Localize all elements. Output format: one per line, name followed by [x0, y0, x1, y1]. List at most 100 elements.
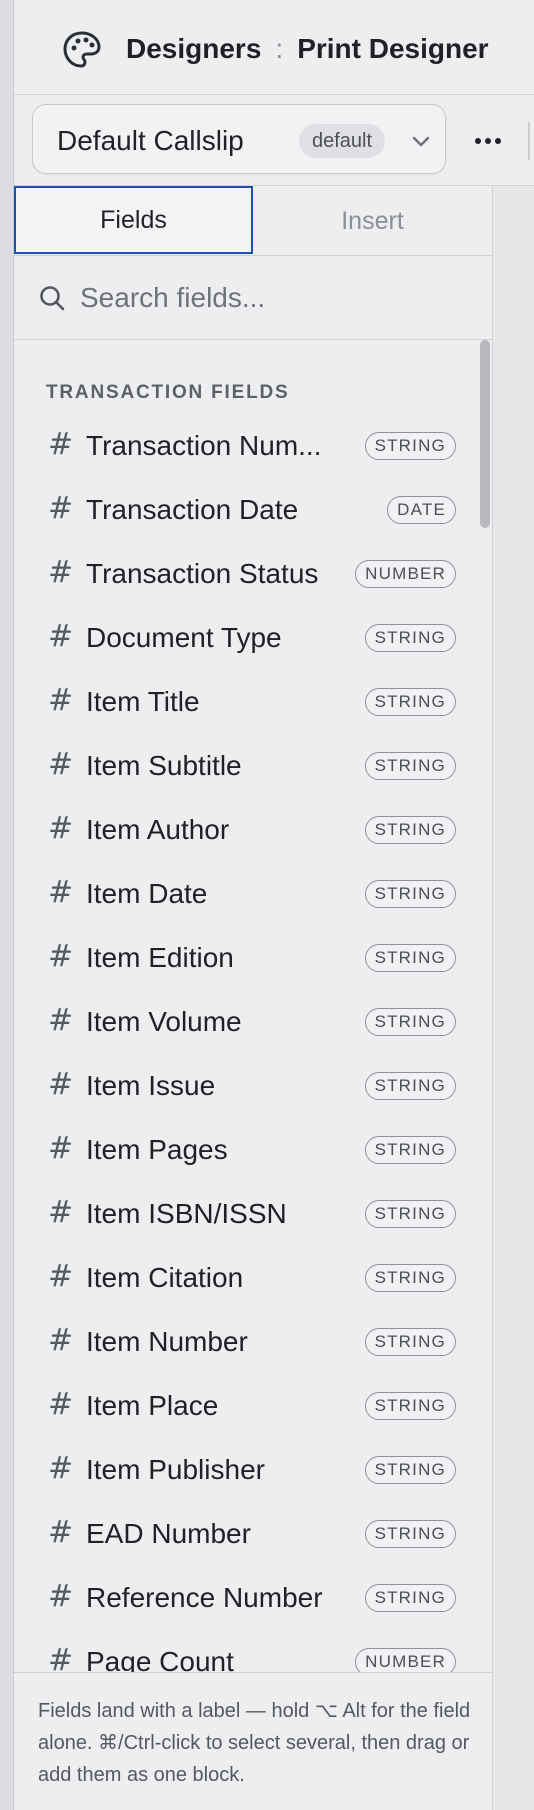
hash-icon: # [48, 427, 74, 462]
field-row[interactable]: # Item Number STRING [14, 1310, 474, 1374]
field-row[interactable]: # Item Edition STRING [14, 926, 474, 990]
footer-hint: Fields land with a label — hold ⌥ Alt fo… [14, 1672, 492, 1810]
hash-icon: # [48, 491, 74, 526]
field-label: Item Date [86, 878, 208, 909]
field-row[interactable]: # Document Type STRING [14, 606, 474, 670]
fields-list: TRANSACTION FIELDS # Transaction Num... ST… [14, 340, 492, 1672]
field-label: Item Volume [86, 1006, 242, 1037]
field-label: Document Type [86, 622, 282, 653]
tab-insert[interactable]: Insert [253, 186, 492, 256]
field-type-badge: STRING [364, 1136, 456, 1164]
field-row[interactable]: # Item Author STRING [14, 798, 474, 862]
hash-icon: # [48, 619, 74, 654]
chevron-down-icon [412, 136, 430, 147]
tab-fields[interactable]: Fields [14, 186, 253, 254]
field-label: Transaction Status [86, 558, 319, 589]
field-row[interactable]: # EAD Number STRING [14, 1502, 474, 1566]
field-row[interactable]: # Reference Number STRING [14, 1566, 474, 1630]
more-horizontal-icon [475, 138, 501, 144]
field-row[interactable]: # Item Publisher STRING [14, 1438, 474, 1502]
hash-icon: # [48, 875, 74, 910]
field-type-badge: STRING [364, 1392, 456, 1420]
field-row[interactable]: # Item ISBN/ISSN STRING [14, 1182, 474, 1246]
hash-icon: # [48, 1579, 74, 1614]
footer-hint-text: Fields land with a label — hold ⌥ Alt fo… [38, 1700, 471, 1786]
field-row[interactable]: # Transaction Date DATE [14, 478, 474, 542]
field-label: Reference Number [86, 1582, 323, 1613]
field-type-badge: STRING [364, 688, 456, 716]
field-row[interactable]: # Item Citation STRING [14, 1246, 474, 1310]
fields-scrollbar[interactable] [478, 340, 492, 1672]
field-row[interactable]: # Item Date STRING [14, 862, 474, 926]
field-type-badge: DATE [387, 496, 456, 524]
print-designer-panel: Designers : Print Designer Default Calls… [0, 0, 534, 1810]
header: Designers : Print Designer [14, 0, 534, 95]
field-row[interactable]: # Item Title STRING [14, 670, 474, 734]
field-type-badge: STRING [364, 944, 456, 972]
field-row[interactable]: # Transaction Status NUMBER [14, 542, 474, 606]
template-default-badge: default [299, 124, 386, 158]
field-type-badge: STRING [364, 752, 456, 780]
field-label: Item Number [86, 1326, 248, 1357]
field-label: Transaction Num... [86, 430, 322, 461]
field-type-badge: NUMBER [355, 1648, 456, 1672]
field-label: Item Publisher [86, 1454, 265, 1485]
field-row[interactable]: # Item Volume STRING [14, 990, 474, 1054]
field-label: Item ISBN/ISSN [86, 1198, 287, 1229]
hash-icon: # [48, 683, 74, 718]
template-select[interactable]: Default Callslip default [32, 104, 446, 174]
field-label: Transaction Date [86, 494, 299, 525]
field-row[interactable]: # Item Subtitle STRING [14, 734, 474, 798]
field-label: Item Title [86, 686, 200, 717]
hash-icon: # [48, 1323, 74, 1358]
field-label: Item Pages [86, 1134, 228, 1165]
hash-icon: # [48, 939, 74, 974]
field-type-badge: STRING [364, 1264, 456, 1292]
field-rows: # Transaction Num... STRING # Transaction Da… [14, 414, 474, 1672]
more-options-button[interactable] [468, 121, 508, 161]
field-row[interactable]: # Item Issue STRING [14, 1054, 474, 1118]
hash-icon: # [48, 1131, 74, 1166]
hash-icon: # [48, 1259, 74, 1294]
breadcrumb-root[interactable]: Designers [126, 33, 261, 65]
search-icon [40, 286, 65, 311]
panel-tabs: Fields Insert [14, 186, 492, 256]
hash-icon: # [48, 747, 74, 782]
field-label: Item Author [86, 814, 230, 845]
field-type-badge: STRING [364, 1456, 456, 1484]
search-fields-input[interactable] [80, 276, 470, 320]
field-type-badge: STRING [364, 880, 456, 908]
hash-icon: # [48, 1067, 74, 1102]
field-type-badge: STRING [364, 1072, 456, 1100]
field-label: Item Place [86, 1390, 219, 1421]
breadcrumb-current: Print Designer [297, 33, 489, 64]
field-type-badge: STRING [364, 624, 456, 652]
field-row[interactable]: # Page Count NUMBER [14, 1630, 474, 1672]
search-bar [14, 256, 492, 340]
field-label: Item Edition [86, 942, 234, 973]
field-row[interactable]: # Item Pages STRING [14, 1118, 474, 1182]
field-type-badge: STRING [364, 432, 456, 460]
field-label: EAD Number [86, 1518, 251, 1549]
right-edge-strip [492, 186, 534, 1810]
field-type-badge: STRING [364, 1008, 456, 1036]
field-label: Item Citation [86, 1262, 244, 1293]
field-row[interactable]: # Transaction Num... STRING [14, 414, 474, 478]
scrollbar-thumb[interactable] [480, 340, 490, 528]
field-type-badge: STRING [364, 1584, 456, 1612]
hash-icon: # [48, 1195, 74, 1230]
field-type-badge: STRING [364, 1200, 456, 1228]
hash-icon: # [48, 1643, 74, 1672]
breadcrumb-separator: : [275, 33, 284, 64]
toolbar-divider [528, 122, 530, 160]
hash-icon: # [48, 1515, 74, 1550]
field-type-badge: STRING [364, 1328, 456, 1356]
hash-icon: # [48, 811, 74, 846]
template-name: Default Callslip [57, 125, 244, 156]
field-row[interactable]: # Item Place STRING [14, 1374, 474, 1438]
field-type-badge: STRING [364, 816, 456, 844]
template-toolbar: Default Callslip default [14, 96, 534, 186]
breadcrumb: Designers : Print Designer [126, 33, 489, 65]
hash-icon: # [48, 555, 74, 590]
field-type-badge: NUMBER [355, 560, 456, 588]
